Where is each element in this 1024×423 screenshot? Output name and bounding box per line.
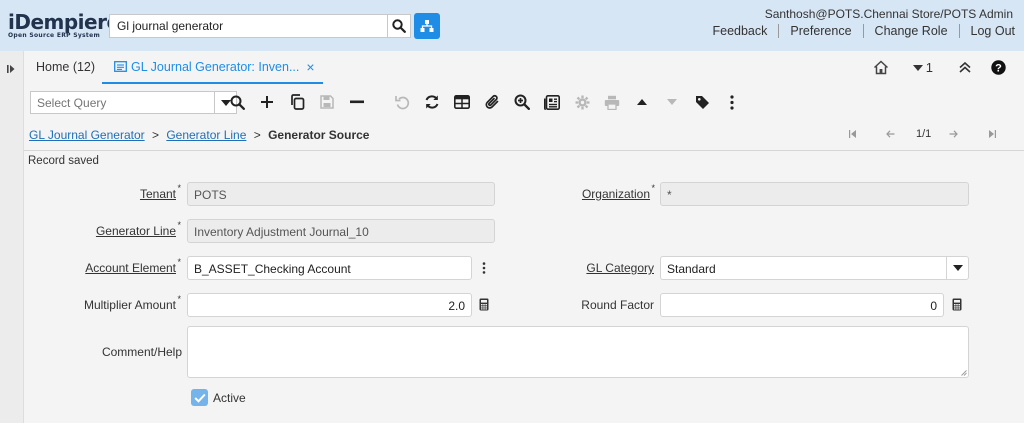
breadcrumb-generator-line[interactable]: Generator Line <box>166 128 246 142</box>
app-header: iDempiere Open Source ERP System Santhos… <box>0 0 1024 51</box>
tab-gl-journal-generator[interactable]: GL Journal Generator: Inven... × <box>102 51 323 84</box>
change-role-link[interactable]: Change Role <box>862 24 959 38</box>
gl-category-select[interactable]: Standard <box>660 256 947 280</box>
gl-category-dropdown-button[interactable] <box>946 256 969 280</box>
tenant-field: POTS <box>187 182 495 206</box>
record-count: 1/1 <box>916 128 932 140</box>
organization-field: * <box>660 182 969 206</box>
required-marker: * <box>177 220 181 230</box>
global-search-input[interactable] <box>109 14 387 38</box>
multiplier-amount-field[interactable]: 2.0 <box>187 293 472 317</box>
next-record-arrow-icon <box>949 130 958 138</box>
attachment-icon[interactable] <box>482 92 502 112</box>
resize-handle-icon[interactable] <box>961 370 967 376</box>
active-checkbox[interactable] <box>191 389 208 406</box>
copy-record-icon[interactable] <box>287 92 307 112</box>
previous-record-icon[interactable] <box>632 92 652 112</box>
round-factor-field[interactable]: 0 <box>660 293 944 317</box>
zoom-across-icon[interactable] <box>512 92 532 112</box>
process-gear-icon <box>572 92 592 112</box>
window-icon <box>114 61 127 72</box>
round-factor-label: Round Factor <box>581 298 654 312</box>
gl-category-label: GL Category <box>586 261 654 275</box>
feedback-link[interactable]: Feedback <box>701 24 778 38</box>
tab-title: GL Journal Generator: Inven... <box>131 59 300 74</box>
logout-link[interactable]: Log Out <box>958 24 1015 38</box>
multiplier-amount-label-text: Multiplier Amount <box>83 298 176 312</box>
home-icon[interactable] <box>873 60 889 75</box>
account-element-label-text: Account Element <box>85 261 176 275</box>
print-icon <box>602 92 622 112</box>
breadcrumb-gl-journal-generator[interactable]: GL Journal Generator <box>29 128 145 142</box>
organization-label-text: Organization <box>581 187 650 201</box>
delete-record-icon[interactable] <box>347 92 367 112</box>
tenant-label-text: Tenant <box>139 187 176 201</box>
idempiere-logo[interactable]: iDempiere Open Source ERP System <box>8 11 120 39</box>
comment-help-label: Comment/Help <box>101 345 182 359</box>
breadcrumb: GL Journal Generator > Generator Line > … <box>29 128 369 142</box>
account-element-label: Account Element * <box>60 257 181 275</box>
generator-line-label-text: Generator Line <box>95 224 176 238</box>
user-info: Santhosh@POTS.Chennai Store/POTS Admin <box>764 7 1013 21</box>
menu-tree-icon[interactable] <box>414 13 440 39</box>
breadcrumb-divider <box>24 150 1024 151</box>
account-options-icon[interactable] <box>478 261 490 275</box>
refresh-icon[interactable] <box>422 92 442 112</box>
required-marker: * <box>177 183 181 193</box>
grid-toggle-icon[interactable] <box>452 92 472 112</box>
breadcrumb-separator: > <box>253 128 261 142</box>
record-navigator: 1/1 <box>840 127 1010 143</box>
required-marker: * <box>177 294 181 304</box>
window-count: 1 <box>925 60 933 75</box>
expand-panel-icon[interactable] <box>6 63 16 77</box>
organization-label: Organization * <box>540 183 655 201</box>
tab-home[interactable]: Home (12) <box>36 60 95 74</box>
window-toolbar <box>24 86 1024 119</box>
status-message: Record saved <box>28 155 99 167</box>
required-marker: * <box>651 183 655 193</box>
collapse-up-icon[interactable] <box>959 62 971 73</box>
search-icon[interactable] <box>227 92 247 112</box>
generator-line-label: Generator Line * <box>60 220 181 238</box>
account-element-field[interactable]: B_ASSET_Checking Account <box>187 256 472 280</box>
help-icon[interactable]: ? <box>991 60 1006 75</box>
prev-record-arrow-icon <box>886 130 895 138</box>
west-panel-collapsed <box>0 51 24 423</box>
required-marker: * <box>177 257 181 267</box>
breadcrumb-separator: > <box>151 128 159 142</box>
logo-text: iDempiere <box>8 10 120 34</box>
next-record-icon <box>662 92 682 112</box>
first-record-icon <box>849 130 856 138</box>
header-links: Feedback Preference Change Role Log Out <box>701 24 1015 38</box>
breadcrumb-current: Generator Source <box>268 128 370 142</box>
comment-help-textarea[interactable] <box>187 326 969 378</box>
undo-icon <box>392 92 412 112</box>
select-query-input[interactable] <box>30 91 214 114</box>
save-icon <box>317 92 337 112</box>
window-tab-bar: Home (12) GL Journal Generator: Inven...… <box>24 51 1024 86</box>
tenant-label: Tenant * <box>60 183 181 201</box>
close-tab-icon[interactable]: × <box>306 59 314 75</box>
report-icon[interactable] <box>542 92 562 112</box>
tag-icon[interactable] <box>692 92 712 112</box>
window-list-dropdown[interactable]: 1 <box>912 60 933 75</box>
search-icon[interactable] <box>387 14 411 38</box>
svg-text:?: ? <box>995 62 1002 74</box>
calculator-icon[interactable] <box>478 297 490 311</box>
last-record-icon <box>989 130 996 138</box>
new-record-icon[interactable] <box>257 92 277 112</box>
generator-line-field: Inventory Adjustment Journal_10 <box>187 219 495 243</box>
active-label: Active <box>213 391 246 405</box>
calculator-icon[interactable] <box>951 297 963 311</box>
multiplier-amount-label: Multiplier Amount * <box>60 294 181 312</box>
tab-bar-tools: 1 ? <box>873 60 1006 75</box>
more-options-icon[interactable] <box>722 92 742 112</box>
preference-link[interactable]: Preference <box>778 24 862 38</box>
